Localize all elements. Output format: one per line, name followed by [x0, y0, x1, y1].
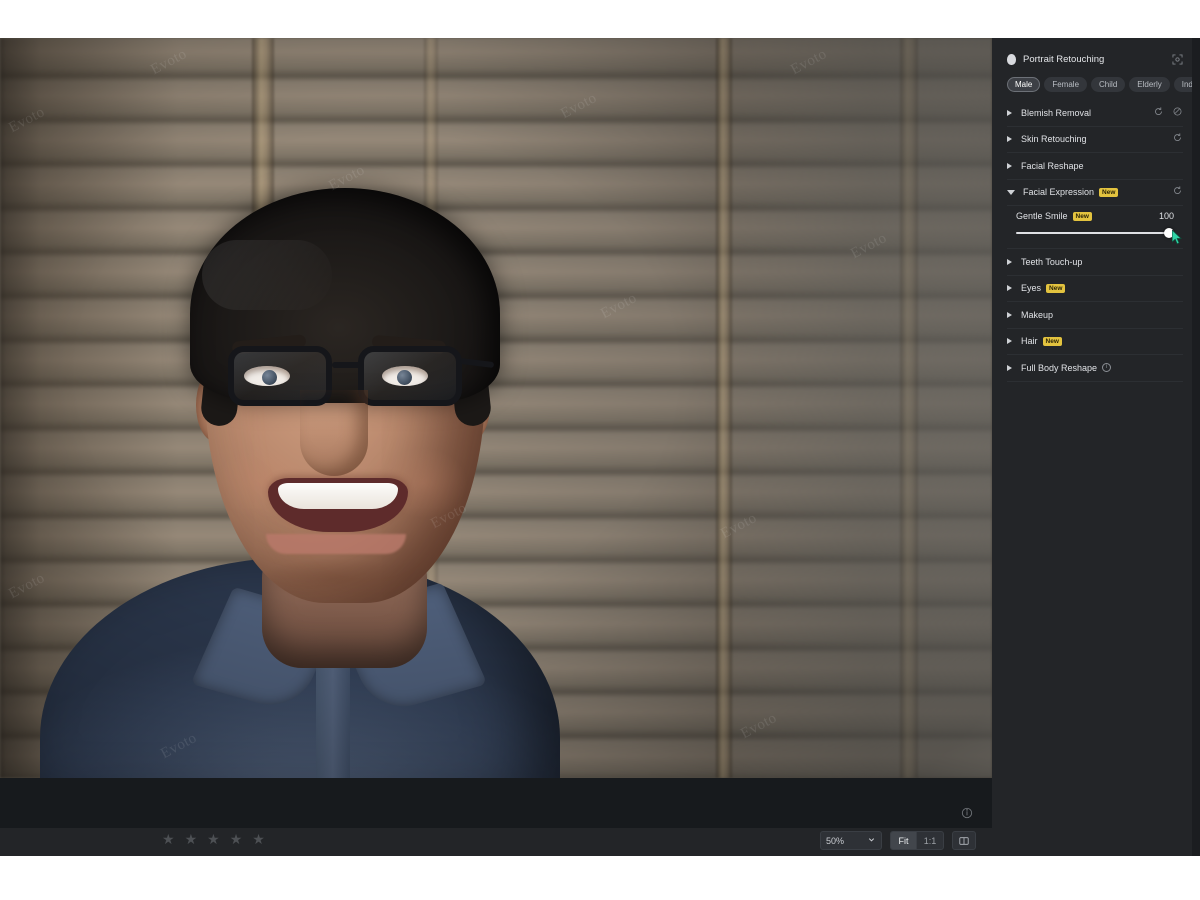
section-actions: [1172, 180, 1183, 206]
photo-vignette: [0, 38, 992, 778]
chevron-right-icon: [1007, 136, 1012, 143]
section-label: Facial Reshape: [1021, 160, 1084, 171]
rating-stars[interactable]: ★ ★ ★ ★ ★: [162, 832, 265, 846]
chip-elderly[interactable]: Elderly: [1129, 77, 1170, 92]
star-icon[interactable]: ★: [252, 832, 265, 846]
section-label: Teeth Touch-up: [1021, 256, 1083, 267]
brush-toggle-icon[interactable]: [1172, 104, 1183, 122]
section-skin-retouching[interactable]: Skin Retouching: [1007, 127, 1183, 153]
zoom-controls: 50% Fit 1:1: [820, 831, 976, 850]
slider-label: Gentle Smile: [1016, 211, 1068, 221]
gentle-smile-control: Gentle Smile New 100: [1007, 206, 1183, 249]
chevron-down-icon: [867, 835, 876, 846]
chip-female[interactable]: Female: [1044, 77, 1088, 92]
section-label: Blemish Removal: [1021, 107, 1092, 118]
section-facial-reshape[interactable]: Facial Reshape: [1007, 153, 1183, 180]
section-makeup[interactable]: Makeup: [1007, 302, 1183, 329]
section-label: Facial Expression: [1023, 187, 1095, 198]
new-badge: New: [1046, 283, 1066, 293]
reset-icon[interactable]: [1153, 104, 1164, 122]
section-eyes[interactable]: Eyes New: [1007, 276, 1183, 302]
reset-icon[interactable]: [1172, 183, 1183, 201]
info-icon[interactable]: i: [1102, 363, 1112, 373]
split-compare-icon[interactable]: [952, 831, 976, 850]
gentle-smile-slider[interactable]: [1016, 228, 1182, 245]
section-label: Skin Retouching: [1021, 134, 1087, 145]
chevron-right-icon: [1007, 109, 1012, 116]
reset-icon[interactable]: [1172, 130, 1183, 148]
portrait-photo[interactable]: Evoto Evoto Evoto Evoto Evoto Evoto Evot…: [0, 38, 992, 778]
star-icon[interactable]: ★: [162, 832, 175, 846]
new-badge: New: [1042, 336, 1062, 346]
section-full-body-reshape[interactable]: Full Body Reshape i: [1007, 355, 1183, 382]
section-label: Eyes: [1021, 283, 1042, 294]
application-window: Evoto Evoto Evoto Evoto Evoto Evoto Evot…: [0, 38, 1200, 856]
chevron-right-icon: [1007, 311, 1012, 318]
section-teeth-touch-up[interactable]: Teeth Touch-up: [1007, 249, 1183, 276]
section-label: Makeup: [1021, 309, 1054, 320]
slider-value: 100: [1158, 211, 1174, 221]
expand-fullscreen-icon[interactable]: [1171, 53, 1184, 66]
section-actions: [1172, 127, 1183, 153]
zoom-mode-segmented: Fit 1:1: [890, 831, 944, 850]
viewer-bottom-toolbar: ★ ★ ★ ★ ★ 50% Fit 1:1: [0, 828, 992, 856]
section-hair[interactable]: Hair New: [1007, 329, 1183, 355]
section-label: Hair: [1021, 336, 1038, 347]
section-facial-expression[interactable]: Facial Expression New: [1007, 180, 1183, 206]
chevron-right-icon: [1007, 258, 1012, 265]
image-viewer[interactable]: Evoto Evoto Evoto Evoto Evoto Evoto Evot…: [0, 38, 992, 828]
portrait-retouching-panel: Portrait Retouching Male Female Child El…: [998, 38, 1200, 856]
star-icon[interactable]: ★: [185, 832, 198, 846]
chevron-right-icon: [1007, 285, 1012, 292]
zoom-level-dropdown[interactable]: 50%: [820, 831, 882, 850]
new-badge: New: [1072, 211, 1092, 221]
chevron-right-icon: [1007, 162, 1012, 169]
chip-child[interactable]: Child: [1091, 77, 1126, 92]
info-icon[interactable]: [960, 806, 982, 828]
section-actions: [1153, 100, 1183, 126]
chip-male[interactable]: Male: [1007, 77, 1041, 92]
section-blemish-removal[interactable]: Blemish Removal: [1007, 100, 1183, 127]
slider-handle[interactable]: [1164, 228, 1174, 238]
chevron-down-icon: [1007, 189, 1015, 195]
slider-header: Gentle Smile New 100: [1016, 211, 1174, 221]
subject-type-chips: Male Female Child Elderly Indiv.: [998, 71, 1200, 100]
star-icon[interactable]: ★: [207, 832, 220, 846]
one-to-one-button[interactable]: 1:1: [917, 832, 943, 849]
slider-label-group: Gentle Smile New: [1016, 211, 1092, 221]
zoom-level-value: 50%: [826, 835, 845, 846]
section-list: Blemish Removal Skin Retouching Facial R…: [998, 100, 1192, 382]
star-icon[interactable]: ★: [230, 832, 243, 846]
fit-button[interactable]: Fit: [891, 832, 917, 849]
panel-header: Portrait Retouching: [998, 47, 1192, 71]
section-label: Full Body Reshape: [1021, 362, 1098, 373]
slider-track: [1016, 232, 1174, 234]
panel-title: Portrait Retouching: [1023, 53, 1105, 65]
panel-right-edge: [1192, 38, 1200, 856]
chevron-right-icon: [1007, 364, 1012, 371]
chevron-right-icon: [1007, 338, 1012, 345]
new-badge: New: [1099, 187, 1119, 197]
face-icon: [1007, 53, 1016, 65]
